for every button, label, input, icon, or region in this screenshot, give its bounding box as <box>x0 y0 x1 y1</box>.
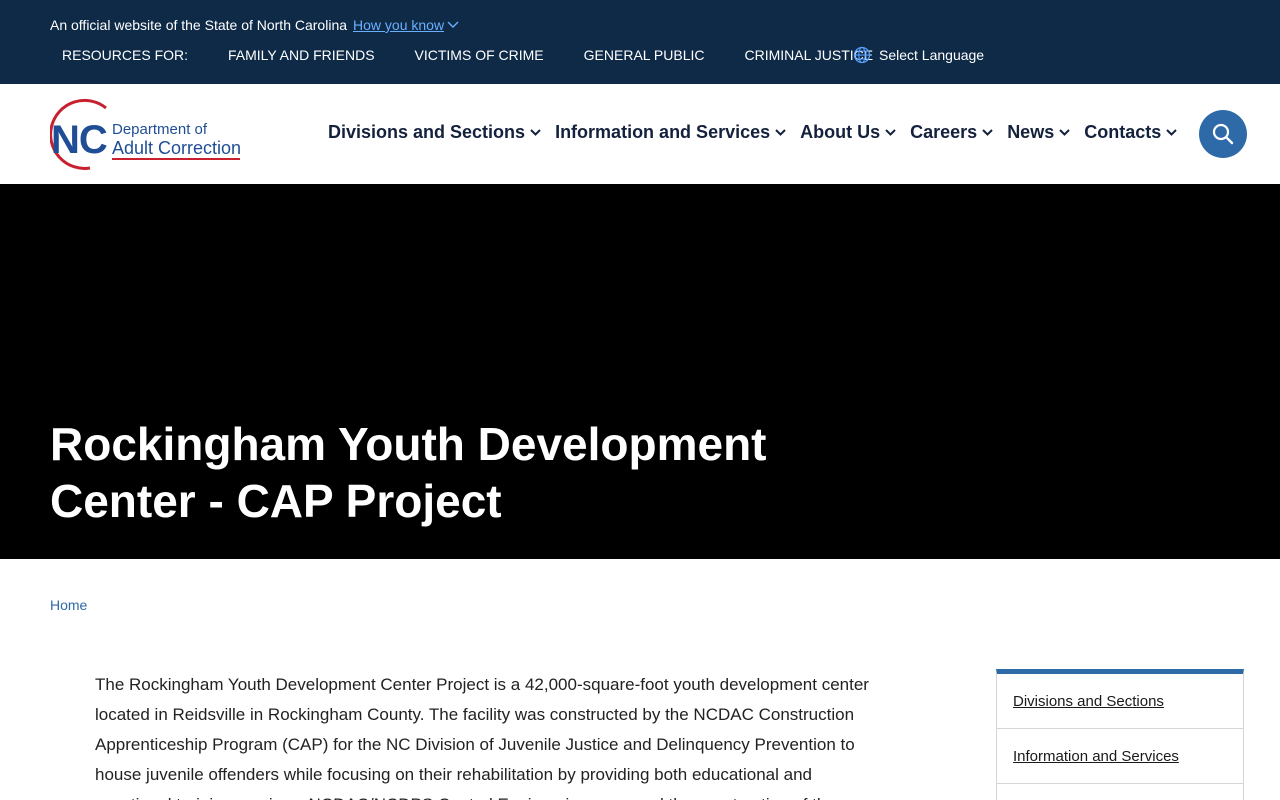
resource-link-family-and-friends[interactable]: FAMILY AND FRIENDS <box>228 47 375 63</box>
chevron-down-icon <box>1166 129 1177 136</box>
nav-label: About Us <box>800 122 881 142</box>
breadcrumb-home-link[interactable]: Home <box>50 597 87 613</box>
official-site-text: An official website of the State of Nort… <box>50 17 348 33</box>
nav-label: Divisions and Sections <box>328 122 526 142</box>
resources-nav: RESOURCES FOR: FAMILY AND FRIENDS VICTIM… <box>62 47 913 63</box>
logo-underline <box>112 158 240 160</box>
how-you-know-label: How you know <box>353 17 445 33</box>
logo-abbr: NC <box>51 118 108 162</box>
resource-link-general-public[interactable]: GENERAL PUBLIC <box>584 47 705 63</box>
nav-news[interactable]: News <box>1007 122 1070 143</box>
select-language-label: Select Language <box>879 47 985 63</box>
nav-about-us[interactable]: About Us <box>800 122 896 143</box>
main-paragraph: The Rockingham Youth Development Center … <box>95 675 869 800</box>
chevron-down-icon <box>775 129 786 136</box>
chevron-down-icon <box>885 129 896 136</box>
logo-line-1: Department of <box>112 121 208 138</box>
nav-contacts[interactable]: Contacts <box>1084 122 1177 143</box>
page-title: Rockingham Youth Development Center - CA… <box>50 418 767 527</box>
resource-link-victims-of-crime[interactable]: VICTIMS OF CRIME <box>415 47 544 63</box>
resources-label: RESOURCES FOR: <box>62 47 189 63</box>
logo-line-2: Adult Correction <box>112 138 242 158</box>
select-language-button[interactable]: Select Language <box>853 46 984 64</box>
nav-label: News <box>1007 122 1055 142</box>
chevron-down-icon <box>982 129 993 136</box>
globe-icon <box>853 46 871 64</box>
nav-label: Contacts <box>1084 122 1162 142</box>
chevron-down-icon <box>447 21 459 28</box>
search-button[interactable] <box>1199 110 1247 158</box>
nav-label: Careers <box>910 122 978 142</box>
chevron-down-icon <box>530 129 541 136</box>
official-banner: An official website of the State of Nort… <box>0 0 1280 84</box>
search-icon <box>1212 123 1234 145</box>
nav-divisions-and-sections[interactable]: Divisions and Sections <box>328 122 541 143</box>
how-you-know-link[interactable]: How you know <box>353 17 459 33</box>
sidebar-item-information-and-services[interactable]: Information and Services <box>997 729 1243 784</box>
main-nav: Divisions and Sections Information and S… <box>328 122 1191 143</box>
official-site-notice: An official website of the State of Nort… <box>50 17 459 33</box>
nav-label: Information and Services <box>555 122 771 142</box>
site-header: NC Department of Adult Correction Divisi… <box>0 84 1280 184</box>
nav-information-and-services[interactable]: Information and Services <box>555 122 786 143</box>
chevron-down-icon <box>1059 129 1070 136</box>
nav-careers[interactable]: Careers <box>910 122 993 143</box>
hero-banner: Rockingham Youth Development Center - CA… <box>0 184 1280 559</box>
sidebar-item-next[interactable] <box>997 784 1243 800</box>
site-logo[interactable]: NC Department of Adult Correction <box>50 96 245 174</box>
sidebar-item-divisions-and-sections[interactable]: Divisions and Sections <box>997 674 1243 729</box>
sidebar-nav: Divisions and Sections Information and S… <box>996 669 1244 800</box>
